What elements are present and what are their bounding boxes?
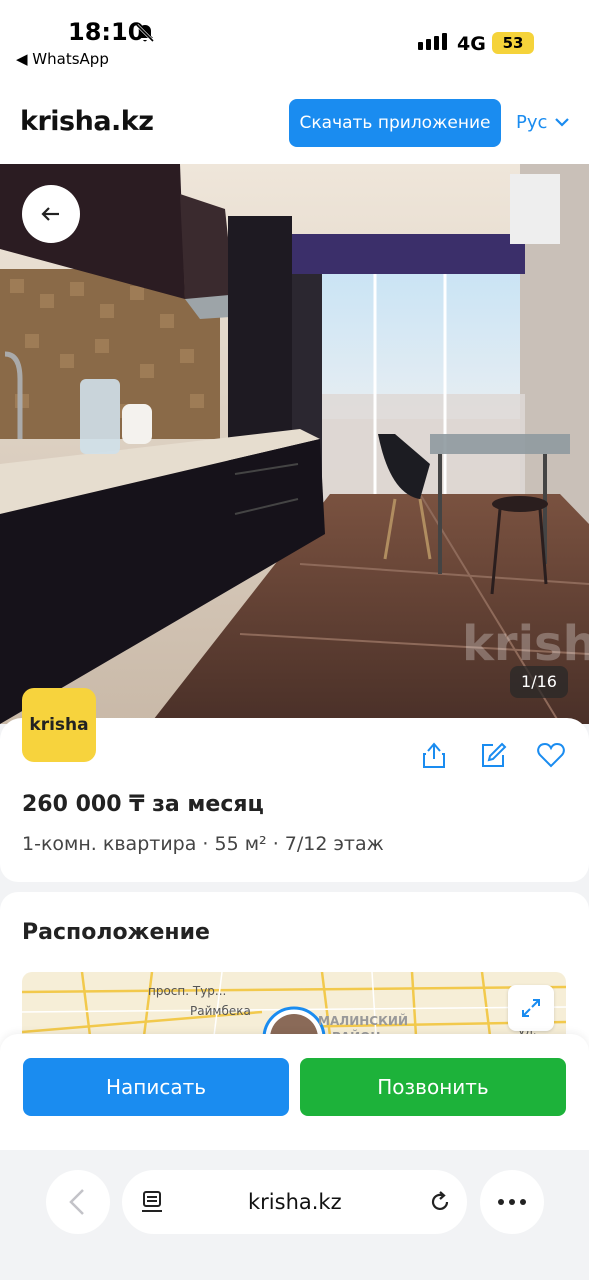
battery-icon: 53 (492, 32, 534, 54)
browser-back-button[interactable] (46, 1170, 110, 1234)
map-label-street-2: Раймбека (190, 1004, 251, 1018)
arrow-left-icon (41, 207, 59, 221)
chevron-left-icon (69, 1189, 84, 1215)
status-bar: 18:10 ◀ WhatsApp 4G 53 (0, 0, 589, 80)
call-button[interactable]: Позвонить (300, 1058, 566, 1116)
location-title: Расположение (22, 920, 210, 945)
reload-icon[interactable] (428, 1190, 452, 1214)
map-label-street-1: просп. Тур... (148, 984, 227, 998)
back-to-whatsapp[interactable]: ◀ WhatsApp (16, 50, 109, 68)
network-type: 4G (457, 33, 486, 55)
krisha-badge: krisha (22, 688, 96, 762)
language-selector[interactable]: Рус (516, 112, 547, 133)
listing-details: 1-комн. квартира · 55 м² · 7/12 этаж (22, 833, 384, 855)
more-dots-icon (498, 1199, 526, 1205)
map-expand-button[interactable] (508, 985, 554, 1031)
map-label-district: МАЛИНСКИЙ (318, 1014, 408, 1028)
share-icon[interactable] (419, 740, 449, 770)
edit-note-icon[interactable] (478, 740, 508, 770)
browser-url[interactable]: krisha.kz (248, 1190, 342, 1214)
chevron-down-icon[interactable] (554, 116, 570, 128)
site-header: krisha.kz Скачать приложение Рус (0, 80, 589, 164)
watermark-text: krisha (462, 616, 589, 672)
signal-icon (418, 33, 447, 50)
listing-price: 260 000 ₸ за месяц (22, 792, 264, 817)
listing-photo[interactable]: krisha (0, 164, 589, 724)
back-button[interactable] (22, 185, 80, 243)
bell-muted-icon (135, 23, 155, 43)
status-time: 18:10 (68, 18, 145, 46)
heart-icon[interactable] (536, 740, 566, 770)
expand-icon (522, 999, 540, 1017)
write-message-button[interactable]: Написать (23, 1058, 289, 1116)
reader-mode-icon[interactable] (142, 1190, 164, 1214)
download-app-button[interactable]: Скачать приложение (289, 99, 501, 147)
browser-more-button[interactable] (480, 1170, 544, 1234)
photo-counter: 1/16 (510, 666, 568, 698)
site-logo[interactable]: krisha.kz (20, 106, 154, 137)
